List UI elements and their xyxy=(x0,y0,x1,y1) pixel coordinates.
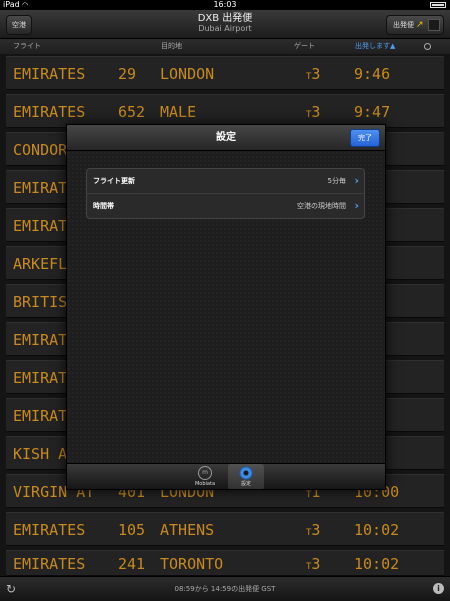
battery-icon xyxy=(430,2,446,8)
time-range-text: 08:59から 14:59の出発便 GST xyxy=(174,585,276,593)
tab-label: 設定 xyxy=(240,481,251,487)
settings-group: フライト更新 5分毎 › 時間帯 空港の現地時間 › xyxy=(86,168,365,219)
bottom-toolbar: ↻ 08:59から 14:59の出発便 GST i xyxy=(0,576,450,601)
flight-row[interactable]: EMIRATES 105 ATHENS T3 10:02 xyxy=(6,512,444,546)
column-destination[interactable]: 目的地 xyxy=(161,39,182,54)
setting-label: フライト更新 xyxy=(93,177,135,185)
setting-flight-update[interactable]: フライト更新 5分毎 › xyxy=(87,169,364,194)
page-subtitle: Dubai Airport xyxy=(198,24,252,33)
arrivals-toggle-icon xyxy=(428,19,440,31)
modal-body: フライト更新 5分毎 › 時間帯 空港の現地時間 › xyxy=(67,151,385,463)
setting-time-zone[interactable]: 時間帯 空港の現地時間 › xyxy=(87,194,364,218)
departures-label: 出発便 xyxy=(393,21,414,29)
airline: BRITIS xyxy=(13,293,68,311)
departure-arrow-icon: ↗ xyxy=(416,20,424,30)
settings-modal: 設定 完了 フライト更新 5分毎 › 時間帯 空港の現地時間 › m Mobia… xyxy=(66,124,386,490)
setting-label: 時間帯 xyxy=(93,202,114,210)
info-icon[interactable]: i xyxy=(433,583,444,594)
airline: ARKEFL xyxy=(13,255,68,273)
done-button[interactable]: 完了 xyxy=(350,129,380,147)
gate: T3 xyxy=(306,65,321,83)
column-header: フライト 目的地 ゲート 出発します▲ xyxy=(0,39,450,54)
setting-value: 5分毎 xyxy=(327,177,346,185)
airline: KISH A xyxy=(13,445,68,463)
destination: LONDON xyxy=(160,65,215,83)
airline: CONDOR xyxy=(13,141,68,159)
navigation-header: 空港 DXB 出発便 Dubai Airport 出発便 ↗ xyxy=(0,10,450,39)
airline: EMIRATES xyxy=(13,65,86,83)
status-bar: iPad ◠ 16:03 xyxy=(0,0,450,10)
modal-tab-bar: m Mobiata 設定 xyxy=(67,463,385,489)
modal-header: 設定 完了 xyxy=(67,125,385,151)
modal-title: 設定 xyxy=(216,132,236,143)
departures-toggle-button[interactable]: 出発便 ↗ xyxy=(386,15,444,35)
chevron-right-icon: › xyxy=(354,199,359,212)
page-title: DXB 出発便 xyxy=(197,13,253,24)
chevron-right-icon: › xyxy=(354,174,359,187)
departure-time: 10:02 xyxy=(354,555,400,573)
flight-row[interactable]: EMIRATES 29 LONDON T3 9:46 xyxy=(6,56,444,90)
gate: T3 xyxy=(306,521,321,539)
column-gate[interactable]: ゲート xyxy=(294,39,315,54)
flight-number: 105 xyxy=(118,521,146,539)
gear-icon xyxy=(239,466,253,480)
flight-number: 241 xyxy=(118,555,146,573)
flight-row[interactable]: EMIRATES 652 MALE T3 9:47 xyxy=(6,94,444,128)
flight-row[interactable]: EMIRATES 241 TORONTO T3 10:02 xyxy=(6,550,444,576)
destination: TORONTO xyxy=(160,555,224,573)
tab-mobiata[interactable]: m Mobiata xyxy=(187,464,223,489)
airline: EMIRATES xyxy=(13,521,86,539)
column-flight[interactable]: フライト xyxy=(13,39,41,54)
flight-number: 29 xyxy=(118,65,137,83)
departure-time: 9:46 xyxy=(354,65,391,83)
clock-icon[interactable] xyxy=(424,43,431,50)
airline: EMIRATES xyxy=(13,555,86,573)
tab-label: Mobiata xyxy=(194,481,216,487)
status-time: 16:03 xyxy=(213,0,237,9)
destination: ATHENS xyxy=(160,521,215,539)
setting-value: 空港の現地時間 xyxy=(297,202,346,210)
tab-settings[interactable]: 設定 xyxy=(228,464,264,489)
mobiata-icon: m xyxy=(198,466,212,480)
departure-time: 10:02 xyxy=(354,521,400,539)
column-departs-sorted[interactable]: 出発します▲ xyxy=(355,39,395,54)
